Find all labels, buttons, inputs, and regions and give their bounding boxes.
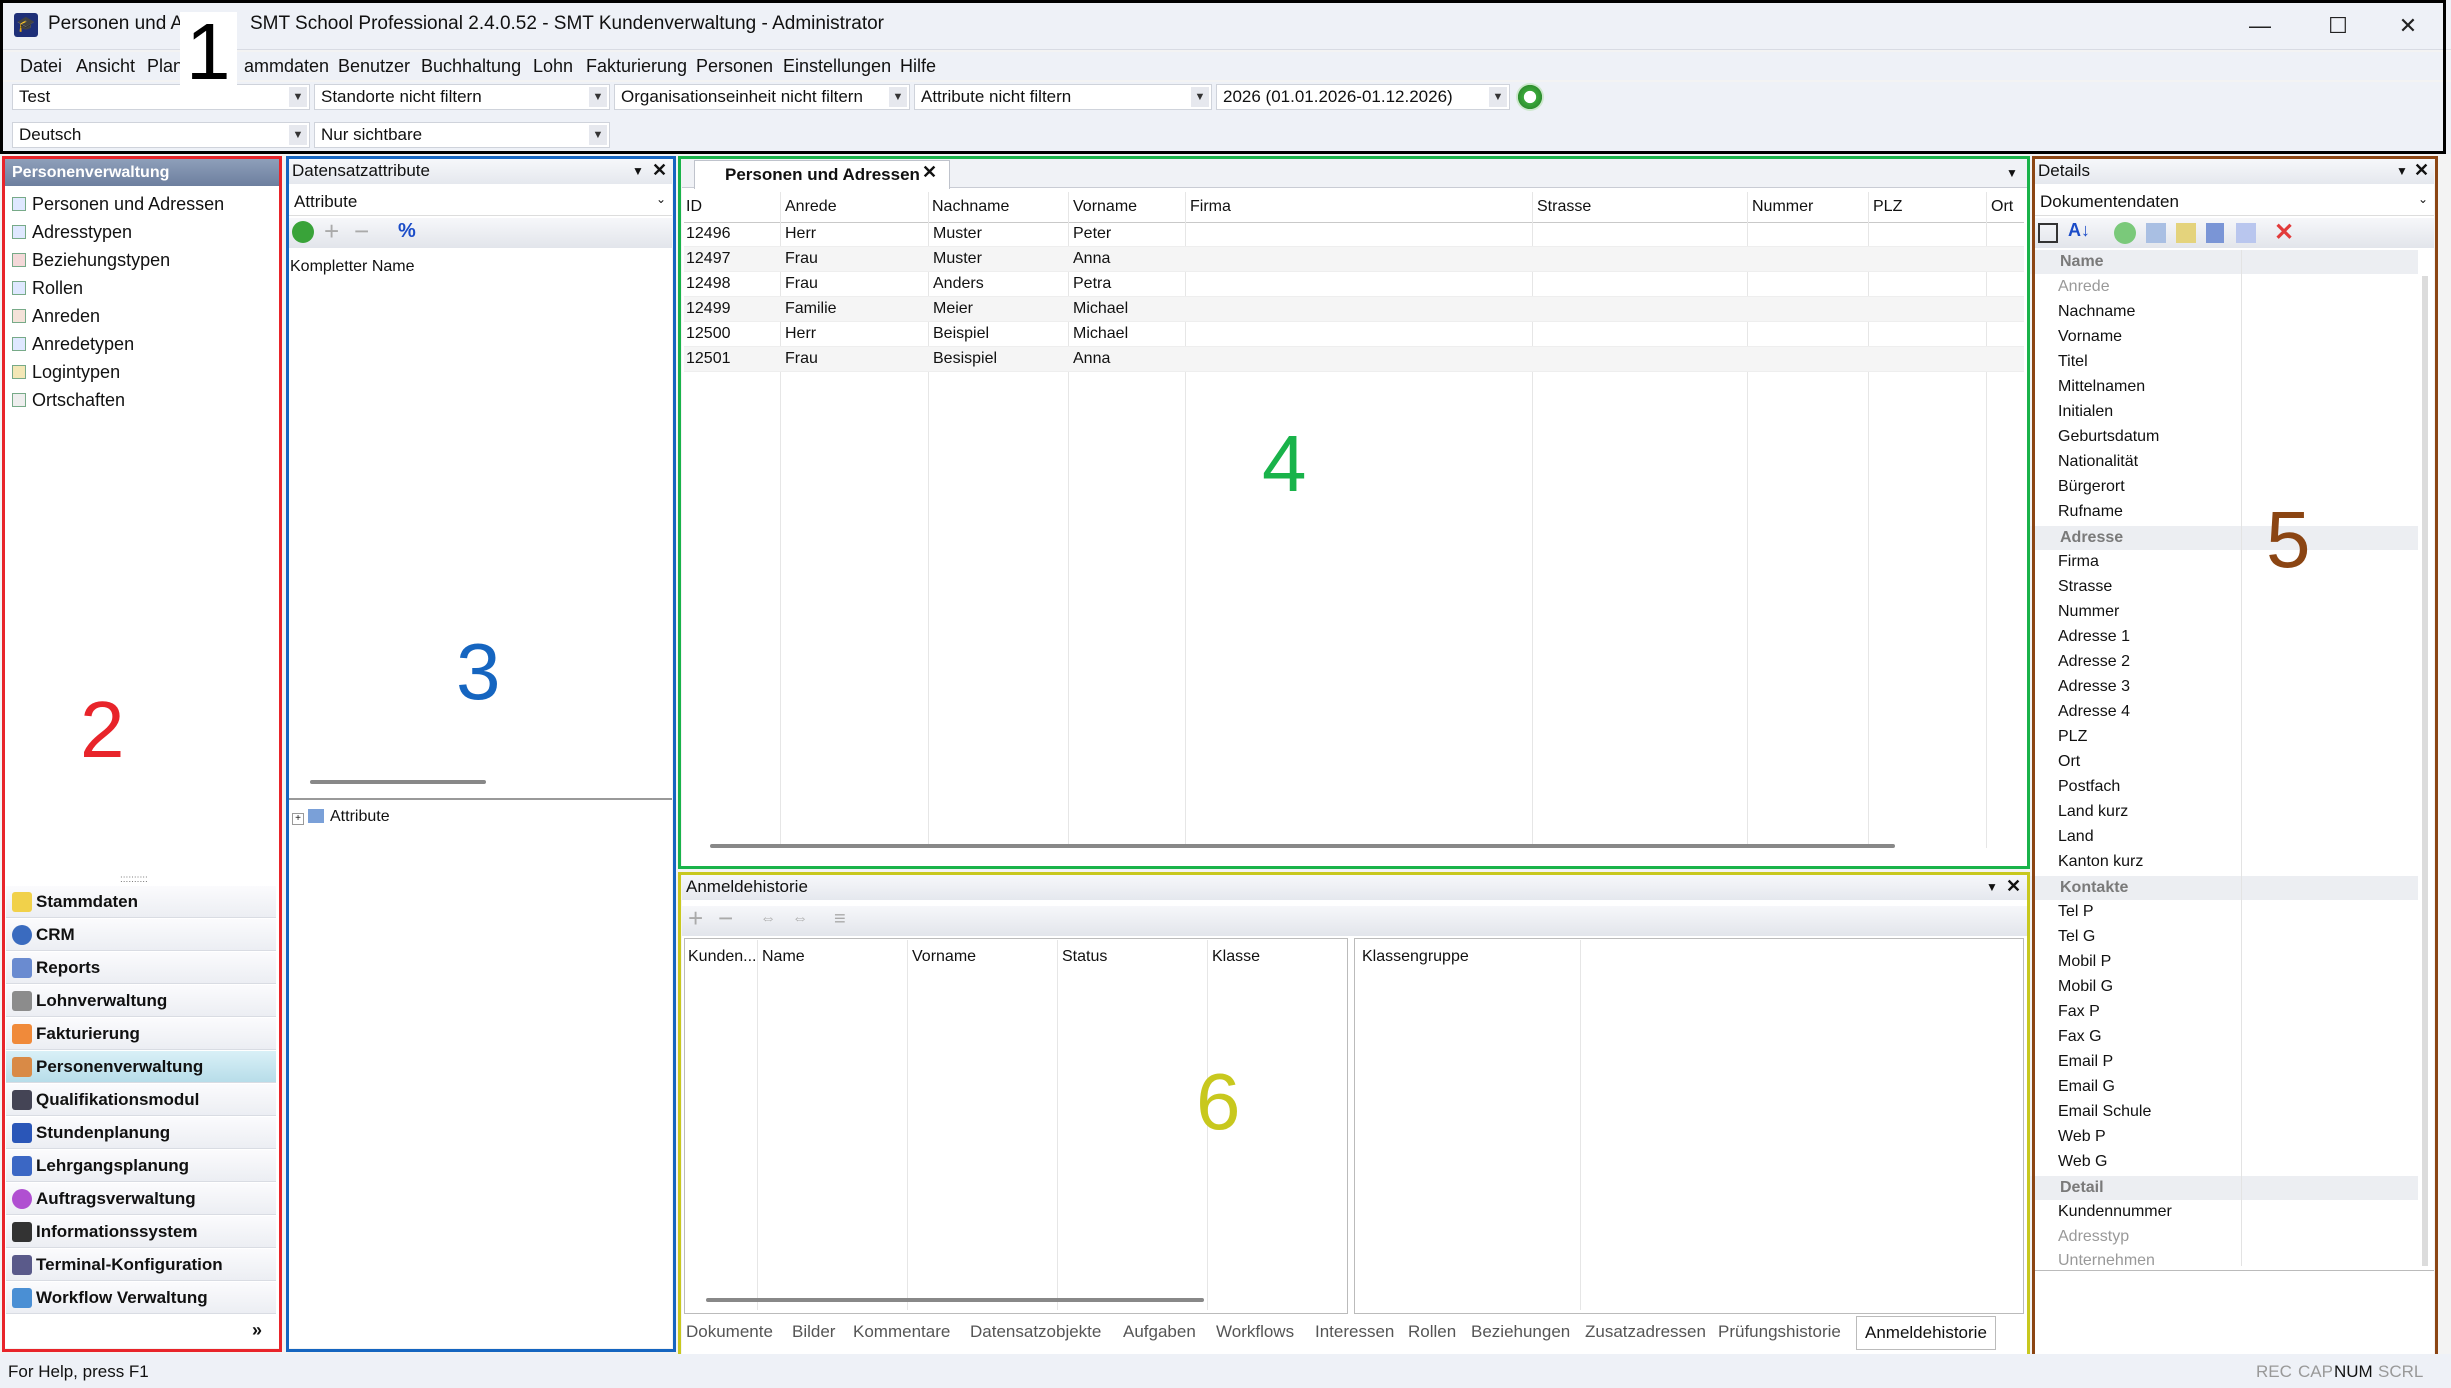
annotation-number-1: 1 [180, 12, 237, 92]
annotation-number-3: 3 [456, 627, 501, 716]
annotation-box-3 [286, 156, 676, 1352]
annotation-box-5 [2032, 156, 2438, 1388]
status-scrl: SCRL [2378, 1362, 2424, 1381]
annotation-box-2 [2, 156, 282, 1352]
annotation-number-4: 4 [1262, 419, 1307, 508]
annotation-number-6: 6 [1196, 1057, 1241, 1146]
status-bar: For Help, press F1 REC CAP NUM SCRL [0, 1354, 2451, 1388]
status-num: NUM [2334, 1362, 2373, 1381]
status-rec: REC [2256, 1362, 2292, 1381]
annotation-number-2: 2 [80, 685, 125, 774]
status-help-text: For Help, press F1 [8, 1362, 149, 1381]
annotation-number-5: 5 [2266, 495, 2311, 584]
annotation-box-4 [678, 156, 2030, 869]
annotation-box-6 [678, 872, 2030, 1370]
status-cap: CAP [2298, 1362, 2333, 1381]
annotation-box-1 [0, 0, 2446, 154]
